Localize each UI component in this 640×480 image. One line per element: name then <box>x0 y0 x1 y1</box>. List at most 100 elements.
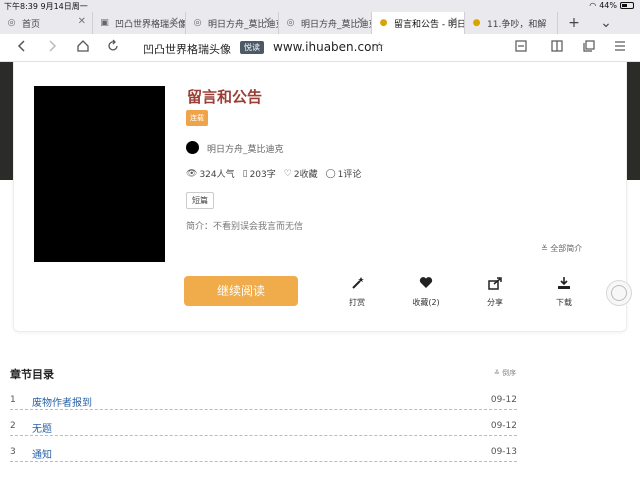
download-button[interactable]: 下载 <box>539 276 589 308</box>
reader-mode-badge[interactable]: 悦读 <box>240 41 264 54</box>
right-banner-strip <box>627 62 640 180</box>
chapter-row[interactable]: 2 无题 09-12 <box>10 418 517 436</box>
chevron-left-icon <box>17 40 25 52</box>
url-field[interactable]: www.ihuaben.com <box>273 40 383 54</box>
image-icon: ▣ <box>100 18 109 28</box>
tab-close-button[interactable]: ✕ <box>450 16 458 27</box>
bookmark-star-icon[interactable]: ☆ <box>374 39 385 53</box>
chapter-title-link[interactable]: 无题 <box>32 420 52 435</box>
book-title: 留言和公告 <box>187 88 263 106</box>
site-title[interactable]: 凹凸世界格瑞头像 <box>143 41 231 57</box>
heart-outline-icon: ♡ <box>283 168 292 179</box>
assistive-touch-button[interactable] <box>606 280 632 306</box>
tabs-overview-button[interactable] <box>548 39 566 57</box>
heart-icon <box>401 276 451 294</box>
status-bar: 下午8:39 9月14日周一 ◠ 44% <box>0 0 640 12</box>
book-intro: 简介：不看别误会我言而无信 <box>186 222 304 232</box>
tab-author-1[interactable]: ◎ 明日方舟_莫比迪克 ✕ <box>186 12 279 34</box>
magic-wand-icon <box>332 276 382 294</box>
lightbulb-icon: ● <box>472 18 481 28</box>
battery-icon <box>620 2 634 9</box>
chevron-right-icon <box>49 40 57 52</box>
new-tab-button[interactable]: + <box>558 15 590 31</box>
status-time: 下午8:39 9月14日周一 <box>4 2 88 11</box>
tab-current[interactable]: ● 留言和公告 - 明日方舟 ✕ <box>372 12 465 34</box>
expand-intro-label: 全部简介 <box>550 244 583 253</box>
address-bar: 凹凸世界格瑞头像 悦读 www.ihuaben.com ☆ <box>0 34 640 62</box>
tab-close-button[interactable]: ✕ <box>264 16 272 27</box>
reload-icon <box>108 39 118 51</box>
favorite-label: 收藏(2) <box>412 298 440 307</box>
chapter-date: 09-13 <box>490 447 517 457</box>
left-banner-strip <box>0 62 13 180</box>
battery-percent: 44% <box>599 1 617 10</box>
book-stats: 👁 324人气 ▯ 203字 ♡ 2收藏 ◯ 1评论 <box>186 167 362 181</box>
windows-icon <box>583 40 595 52</box>
chapter-row[interactable]: 1 废物作者报到 09-12 <box>10 392 517 410</box>
back-button[interactable] <box>13 39 31 57</box>
chapter-date: 09-12 <box>490 421 517 431</box>
stat-popularity: 👁 324人气 <box>186 167 235 181</box>
eye-icon: 👁 <box>186 168 198 179</box>
globe-icon: ◎ <box>7 18 16 28</box>
tab-close-button[interactable]: ✕ <box>78 16 86 27</box>
double-chevron-down-icon: ≚ <box>494 369 500 377</box>
globe-icon: ◎ <box>286 18 295 28</box>
author-name[interactable]: 明日方舟_莫比迪克 <box>207 142 284 155</box>
tab-close-button[interactable]: ✕ <box>357 16 365 27</box>
tab-author-2[interactable]: ◎ 明日方舟_莫比迪克 ✕ <box>279 12 372 34</box>
words-value: 203字 <box>249 170 276 180</box>
reload-button[interactable] <box>104 39 122 57</box>
book-info-card: 留言和公告 连载 明日方舟_莫比迪克 👁 324人气 ▯ 203字 ♡ 2收藏 … <box>13 62 627 332</box>
sort-order-toggle[interactable]: ≚ 倒序 <box>494 368 516 378</box>
chapter-list-heading: 章节目录 <box>10 368 54 381</box>
download-icon <box>539 276 589 294</box>
home-button[interactable] <box>74 39 92 57</box>
qr-button[interactable] <box>512 39 530 57</box>
lightbulb-icon: ● <box>379 18 388 28</box>
download-label: 下载 <box>556 298 572 307</box>
chapter-title-link[interactable]: 废物作者报到 <box>32 394 92 409</box>
chapter-number: 3 <box>10 447 16 457</box>
qr-scan-icon <box>515 40 527 52</box>
stat-words: ▯ 203字 <box>242 167 276 181</box>
document-icon: ▯ <box>242 168 248 179</box>
chapter-row[interactable]: 3 通知 09-13 <box>10 444 517 462</box>
menu-button[interactable] <box>611 39 629 57</box>
expand-intro-link[interactable]: ≚ 全部简介 <box>541 243 582 254</box>
forward-button[interactable] <box>43 39 61 57</box>
chapter-title-link[interactable]: 通知 <box>32 446 52 461</box>
comments-value: 1评论 <box>337 170 362 180</box>
comment-icon: ◯ <box>325 168 336 179</box>
tab-close-button[interactable]: ✕ <box>171 16 179 27</box>
stat-comments: ◯ 1评论 <box>325 167 362 181</box>
tab-bar: ◎ 首页 ✕ ▣ 凹凸世界格瑞头像 ✕ ◎ 明日方舟_莫比迪克 ✕ ◎ 明日方舟… <box>0 12 640 34</box>
double-chevron-down-icon: ≚ <box>541 244 548 253</box>
tab-menu-button[interactable]: ⌄ <box>590 15 622 31</box>
tab-home[interactable]: ◎ 首页 ✕ <box>0 12 93 34</box>
tabs-icon <box>551 40 563 52</box>
tab-tools: + ⌄ <box>558 12 622 34</box>
popularity-value: 324人气 <box>199 170 235 180</box>
chapter-date: 09-12 <box>490 395 517 405</box>
tab-avatar[interactable]: ▣ 凹凸世界格瑞头像 ✕ <box>93 12 186 34</box>
windows-button[interactable] <box>580 39 598 57</box>
sort-order-label: 倒序 <box>502 369 517 377</box>
continue-reading-button[interactable]: 继续阅读 <box>184 276 298 306</box>
share-button[interactable]: 分享 <box>470 276 520 308</box>
status-right: ◠ 44% <box>589 1 634 10</box>
chapter-number: 2 <box>10 421 16 431</box>
chapter-number: 1 <box>10 395 16 405</box>
home-icon <box>77 40 89 52</box>
author-avatar[interactable] <box>186 141 199 154</box>
tab-chapter[interactable]: ● 11.争吵，和解 <box>465 12 558 34</box>
share-label: 分享 <box>487 298 503 307</box>
status-badge: 连载 <box>186 110 208 126</box>
tip-button[interactable]: 打赏 <box>332 276 382 308</box>
book-cover[interactable] <box>34 86 165 262</box>
genre-tag[interactable]: 短篇 <box>186 192 214 209</box>
hamburger-menu-icon <box>615 41 625 51</box>
stat-favorites: ♡ 2收藏 <box>283 167 318 181</box>
favorite-button[interactable]: 收藏(2) <box>401 276 451 308</box>
tab-label: 11.争吵，和解 <box>487 19 547 30</box>
